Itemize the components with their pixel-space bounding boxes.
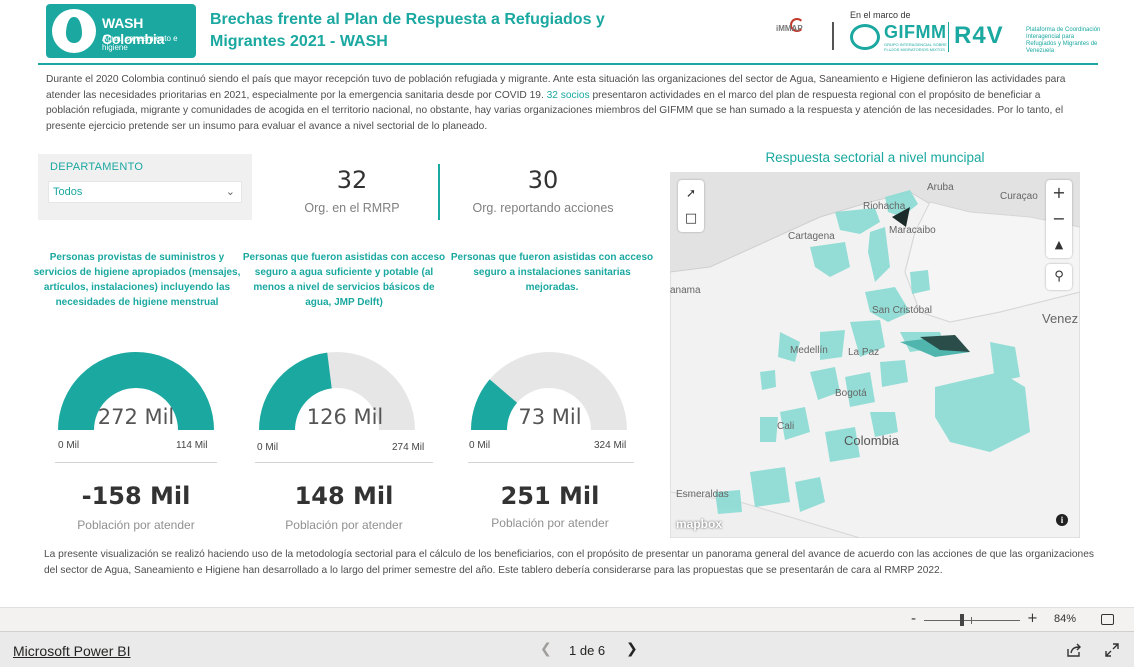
- zoom-slider-track[interactable]: [924, 620, 1020, 621]
- map-title: Respuesta sectorial a nivel muncipal: [765, 150, 985, 165]
- map-search-icon[interactable]: ⚲: [1046, 264, 1072, 290]
- map-label-maracaibo: Maracaibo: [889, 225, 936, 236]
- map-label-la-paz: La Paz: [848, 347, 880, 358]
- gifmm-logo: GIFMM: [884, 22, 947, 42]
- kpi-org-reporting-value: 30: [527, 166, 559, 194]
- powerbi-link[interactable]: Microsoft Power BI: [13, 643, 130, 659]
- gauge-water-min: 0 Mil: [257, 442, 279, 453]
- kpi-org-rmrp-value: 32: [336, 166, 368, 194]
- fit-to-page-icon[interactable]: [1101, 614, 1114, 625]
- r4v-subtitle: Plataforma de Coordinación Interagencial…: [1026, 27, 1101, 54]
- map-zoom-controls: + − ▲: [1046, 180, 1072, 258]
- map-label-curacao: Curaçao: [1000, 191, 1038, 202]
- header-divider: [948, 22, 949, 52]
- header-rule: [38, 63, 1098, 65]
- next-page-button[interactable]: ❯: [626, 641, 638, 657]
- mapbox-logo: mapbox: [676, 517, 723, 531]
- map-label-colombia: Colombia: [844, 433, 899, 448]
- gap-water-value: 148 Mil: [294, 482, 394, 510]
- gap-sanitation-value: 251 Mil: [500, 482, 600, 510]
- dropdown-value: Todos: [53, 186, 83, 198]
- fullscreen-icon[interactable]: [1104, 642, 1120, 658]
- footnote-text: La presente visualización se realizó hac…: [44, 549, 1094, 576]
- gauge-rule: [55, 462, 217, 463]
- gauge-rule: [468, 462, 634, 463]
- report-title: Brechas frente al Plan de Respuesta a Re…: [210, 11, 605, 50]
- kpi-org-reporting-label: Org. reportando acciones: [472, 201, 614, 215]
- gauge-water-max: 274 Mil: [392, 442, 425, 453]
- gauge-hygiene-max: 114 Mil: [176, 440, 208, 451]
- gap-water-label: Población por atender: [285, 518, 403, 532]
- map-label-bogota: Bogotá: [835, 388, 867, 399]
- gauge-sanitation-title: Personas que fueron asistidas con acceso…: [450, 252, 654, 293]
- info-icon[interactable]: i: [1056, 514, 1068, 526]
- globe-icon: [850, 24, 880, 50]
- partners-highlight: 32 socios: [546, 89, 590, 101]
- map-label-cali: Cali: [777, 421, 795, 432]
- map-label-riohacha: Riohacha: [863, 201, 906, 212]
- powerbi-footer: Microsoft Power BI ❮ 1 de 6 ❯: [0, 631, 1134, 667]
- kpi-divider: [438, 164, 440, 220]
- gap-hygiene-value: -158 Mil: [81, 482, 191, 510]
- map-label-venezuela: Venez: [1042, 311, 1079, 326]
- wash-logo: WASH Colombia Agua, saneamiento e higien…: [46, 4, 196, 58]
- header-divider: [832, 22, 834, 50]
- share-icon[interactable]: [1066, 642, 1082, 658]
- zoom-slider-tick: [971, 617, 972, 624]
- departamento-slicer: DEPARTAMENTO Todos ⌄: [38, 154, 252, 220]
- map-label-esmeraldas: Esmeraldas: [676, 489, 729, 500]
- map-label-aruba: Aruba: [927, 182, 954, 193]
- select-tool-icon[interactable]: □: [678, 206, 704, 232]
- logo-subtitle: Agua, saneamiento e higiene: [102, 34, 178, 52]
- zoom-in-button[interactable]: +: [1027, 611, 1038, 626]
- zoom-out-button[interactable]: -: [911, 611, 916, 627]
- gauge-sanitation-value: 73 Mil: [518, 405, 582, 429]
- departamento-dropdown[interactable]: Todos ⌄: [48, 181, 242, 203]
- chevron-down-icon: ⌄: [225, 185, 235, 198]
- map-label-cartagena: Cartagena: [788, 231, 835, 242]
- gauge-water-title: Personas que fueron asistidas con acceso…: [242, 252, 446, 308]
- map-search-control: ⚲: [1046, 264, 1072, 290]
- report-canvas: WASH Colombia Agua, saneamiento e higien…: [0, 0, 1134, 607]
- gauge-rule: [255, 462, 433, 463]
- compass-icon[interactable]: ▲: [1046, 232, 1072, 258]
- gauge-water-value: 126 Mil: [306, 405, 384, 429]
- map-label-san-cristobal: San Cristóbal: [872, 305, 933, 316]
- immap-logo: iMMAP: [776, 24, 803, 33]
- gauge-hygiene-title: Personas provistas de suministros y serv…: [33, 252, 241, 308]
- intro-text: Durante el 2020 Colombia continuó siendo…: [46, 74, 1066, 132]
- marco-label: En el marco de: [850, 10, 911, 20]
- map-label-panama: anama: [670, 285, 701, 296]
- gauge-hygiene-value: 272 Mil: [97, 405, 175, 429]
- kpi-org-rmrp-label: Org. en el RMRP: [304, 201, 400, 215]
- map-tool-controls: ➚ □: [678, 180, 704, 232]
- municipal-response-map[interactable]: Aruba Curaçao Riohacha Maracaibo Cartage…: [670, 172, 1080, 538]
- page-indicator: 1 de 6: [569, 643, 606, 658]
- zoom-out-icon[interactable]: −: [1046, 206, 1072, 232]
- pan-tool-icon[interactable]: ➚: [678, 180, 704, 206]
- water-drop-icon: [52, 9, 96, 53]
- gap-sanitation-label: Población por atender: [491, 516, 609, 530]
- zoom-slider-thumb[interactable]: [960, 614, 964, 626]
- zoom-level: 84%: [1054, 613, 1077, 625]
- map-label-medellin: Medellín: [790, 345, 828, 356]
- gauge-hygiene-min: 0 Mil: [58, 440, 80, 451]
- zoom-in-icon[interactable]: +: [1046, 180, 1072, 206]
- zoom-bar: - + 84%: [0, 607, 1134, 631]
- gap-hygiene-label: Población por atender: [77, 518, 195, 532]
- r4v-logo: R4V: [954, 22, 1004, 49]
- gauge-sanitation-min: 0 Mil: [469, 440, 491, 451]
- previous-page-button[interactable]: ❮: [540, 641, 552, 657]
- slicer-label: DEPARTAMENTO: [50, 161, 144, 173]
- gifmm-subtitle: GRUPO INTERAGENCIAL SOBRE FLUJOS MIGRATO…: [884, 42, 947, 52]
- gauge-sanitation-max: 324 Mil: [594, 440, 627, 451]
